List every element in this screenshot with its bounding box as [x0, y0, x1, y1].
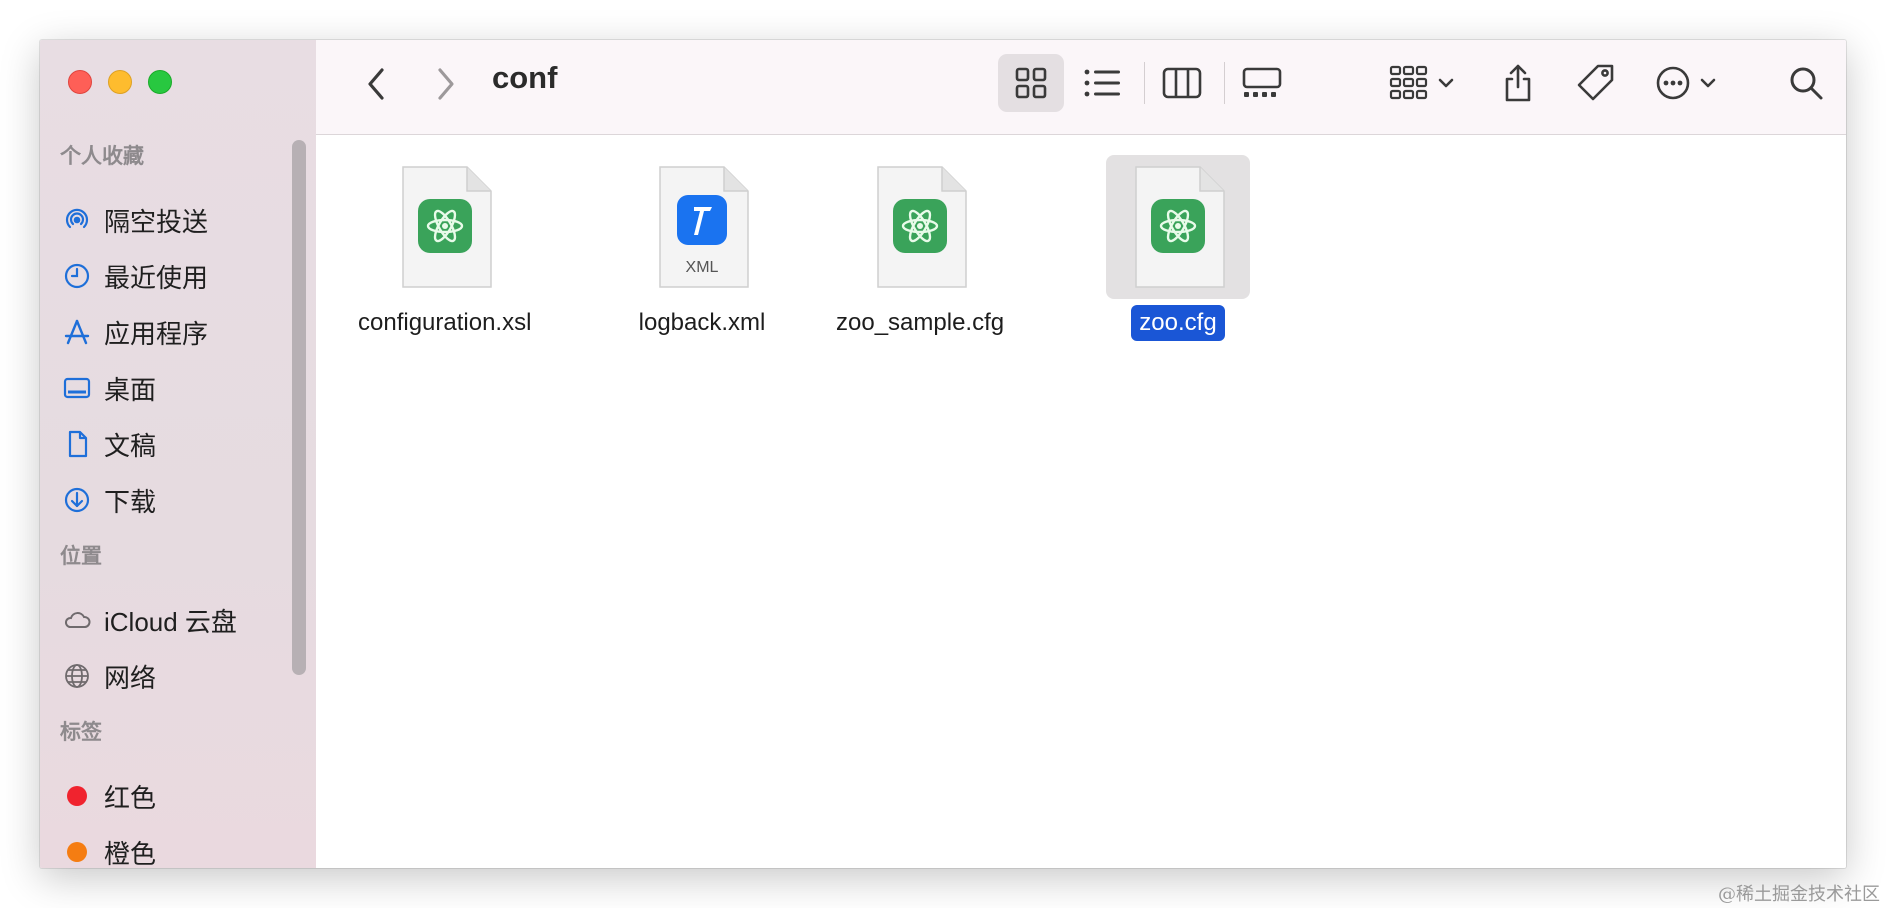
sidebar-item-tag-orange[interactable]: 橙色	[60, 832, 290, 868]
watermark: @稀土掘金技术社区	[1718, 884, 1880, 905]
window-title: conf	[492, 60, 558, 95]
sidebar-item-recents[interactable]: 最近使用	[60, 256, 290, 296]
sidebar-item-icloud[interactable]: iCloud 云盘	[60, 600, 290, 640]
sidebar-item-label: 最近使用	[104, 262, 209, 293]
chevron-down-icon	[1438, 78, 1454, 88]
sidebar-item-applications[interactable]: 应用程序	[60, 312, 290, 352]
section-title-locations: 位置	[60, 545, 102, 568]
sidebar-item-label: 下载	[104, 486, 157, 517]
atom-file-icon	[1106, 155, 1250, 299]
section-title-favorites: 个人收藏	[60, 145, 144, 168]
chevron-left-icon	[368, 68, 384, 100]
file-badge: XML	[686, 259, 719, 276]
file-name[interactable]: configuration.xsl	[350, 305, 539, 341]
group-button[interactable]	[1382, 54, 1462, 112]
section-title-tags: 标签	[60, 721, 102, 744]
file-item[interactable]: configuration.xsl	[350, 155, 539, 341]
file-item[interactable]: zoo_sample.cfg	[828, 155, 1012, 341]
toolbar-separator	[1224, 62, 1225, 104]
sidebar-item-label: 文稿	[104, 430, 157, 461]
sidebar-item-network[interactable]: 网络	[60, 656, 290, 696]
columns-icon	[1162, 67, 1202, 99]
close-button[interactable]	[68, 70, 92, 94]
cloud-icon	[60, 603, 94, 637]
toolbar-separator	[1144, 62, 1145, 104]
back-button[interactable]	[356, 64, 396, 104]
sidebar-item-label: 桌面	[104, 374, 157, 405]
document-icon	[60, 427, 94, 461]
finder-window: 个人收藏 隔空投送 最近使用 应用程序 桌面 文稿 下载 位置 iCloud 云…	[40, 40, 1846, 868]
file-item-selected[interactable]: zoo.cfg	[1106, 155, 1250, 341]
sidebar-item-desktop[interactable]: 桌面	[60, 368, 290, 408]
gallery-icon	[1242, 67, 1282, 97]
sidebar-item-documents[interactable]: 文稿	[60, 424, 290, 464]
sidebar-item-airdrop[interactable]: 隔空投送	[60, 200, 290, 240]
sidebar-item-downloads[interactable]: 下载	[60, 480, 290, 520]
globe-icon	[60, 659, 94, 693]
group-icon	[1389, 65, 1428, 100]
file-grid: configuration.xsl XML logback.xml zoo_sa…	[316, 135, 1846, 868]
tag-button[interactable]	[1566, 54, 1626, 112]
sidebar-item-label: 应用程序	[104, 318, 209, 349]
sidebar: 个人收藏 隔空投送 最近使用 应用程序 桌面 文稿 下载 位置 iCloud 云…	[40, 40, 317, 868]
minimize-button[interactable]	[108, 70, 132, 94]
share-button[interactable]	[1488, 54, 1548, 112]
list-icon	[1084, 69, 1120, 97]
atom-file-icon	[373, 155, 517, 299]
file-name[interactable]: logback.xml	[631, 305, 774, 341]
sidebar-item-label: 红色	[104, 782, 157, 813]
file-name[interactable]: zoo_sample.cfg	[828, 305, 1012, 341]
xml-file-icon: XML	[630, 155, 774, 299]
share-icon	[1505, 64, 1531, 102]
download-icon	[60, 483, 94, 517]
sidebar-item-tag-red[interactable]: 红色	[60, 776, 290, 816]
chevron-down-icon	[1700, 78, 1716, 88]
icon-view-button[interactable]	[998, 54, 1064, 112]
column-view-button[interactable]	[1152, 54, 1212, 112]
search-button[interactable]	[1776, 54, 1836, 112]
search-icon	[1790, 67, 1823, 100]
sidebar-item-label: 隔空投送	[104, 206, 209, 237]
tag-color-dot	[60, 779, 94, 813]
desktop-icon	[60, 371, 94, 405]
sidebar-scrollbar[interactable]	[292, 140, 306, 675]
zoom-button[interactable]	[148, 70, 172, 94]
gallery-view-button[interactable]	[1232, 54, 1292, 112]
sidebar-item-label: 橙色	[104, 838, 157, 869]
grid-icon	[1015, 67, 1047, 99]
atom-file-icon	[848, 155, 992, 299]
tag-icon	[1577, 64, 1614, 101]
tag-color-dot	[60, 835, 94, 868]
applications-icon	[60, 315, 94, 349]
toolbar: conf	[316, 40, 1846, 135]
sidebar-item-label: iCloud 云盘	[104, 606, 237, 637]
forward-button[interactable]	[426, 64, 466, 104]
list-view-button[interactable]	[1072, 54, 1132, 112]
sidebar-item-label: 网络	[104, 662, 157, 693]
file-item[interactable]: XML logback.xml	[630, 155, 774, 341]
clock-icon	[60, 259, 94, 293]
window-controls	[68, 70, 172, 94]
more-actions-button[interactable]	[1646, 54, 1726, 112]
chevron-right-icon	[438, 68, 454, 100]
airdrop-icon	[60, 203, 94, 237]
ellipsis-circle-icon	[1656, 66, 1690, 100]
file-name[interactable]: zoo.cfg	[1131, 305, 1225, 341]
